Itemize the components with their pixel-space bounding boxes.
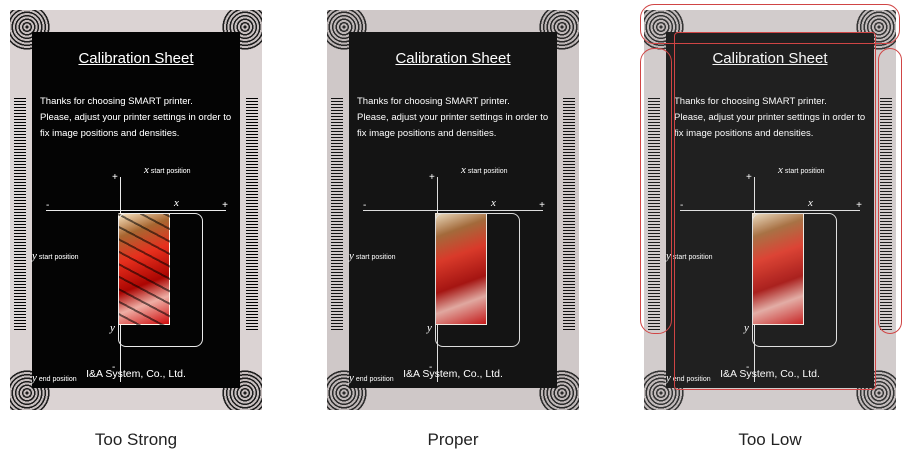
x-start-label: x start position	[144, 164, 191, 176]
highlight-card-area	[674, 32, 876, 390]
calibration-panel-too-strong: Calibration Sheet Thanks for choosing SM…	[10, 10, 262, 410]
y-start-label: y start position	[349, 250, 396, 262]
plus-sign: +	[222, 200, 228, 211]
highlight-left-faded	[640, 48, 672, 334]
x-prefix: x	[144, 164, 149, 176]
x-start-label: x start position	[461, 164, 508, 176]
y-prefix: y	[32, 250, 37, 262]
x-axis-line	[363, 210, 543, 211]
calibration-panel-too-low: Calibration Sheet Thanks for choosing SM…	[640, 4, 902, 410]
minus-sign: -	[363, 200, 367, 211]
caption-too-low: Too Low	[738, 430, 802, 449]
card-inner: Calibration Sheet Thanks for choosing SM…	[32, 32, 240, 388]
calibration-card: Calibration Sheet Thanks for choosing SM…	[10, 10, 262, 410]
description-line-2: Please, adjust your printer settings in …	[40, 112, 232, 139]
description-line-1: Thanks for choosing SMART printer.	[40, 96, 193, 107]
calibration-panel-proper: Calibration Sheet Thanks for choosing SM…	[327, 10, 579, 410]
company-name: I&A System, Co., Ltd.	[403, 368, 503, 380]
x-axis-label: x	[491, 197, 496, 209]
y-start-text: start position	[355, 254, 396, 261]
card-title: Calibration Sheet	[78, 50, 194, 67]
card-inner: Calibration Sheet Thanks for choosing SM…	[349, 32, 557, 388]
y-axis-label: y	[110, 322, 115, 334]
minus-sign: -	[46, 200, 50, 211]
plus-sign: +	[539, 200, 545, 211]
barcode-right	[246, 98, 258, 330]
calibration-card: Calibration Sheet Thanks for choosing SM…	[327, 10, 579, 410]
x-start-text: start position	[150, 168, 191, 175]
card-title: Calibration Sheet	[395, 50, 511, 67]
card-frame-outline	[435, 213, 520, 347]
description-line-2: Please, adjust your printer settings in …	[357, 112, 549, 139]
highlight-right-faded	[878, 48, 902, 334]
plus-sign: +	[429, 172, 435, 183]
barcode-right	[563, 98, 575, 330]
y-axis-label: y	[427, 322, 432, 334]
card-description: Thanks for choosing SMART printer. Pleas…	[40, 94, 234, 142]
x-prefix: x	[461, 164, 466, 176]
caption-too-strong: Too Strong	[94, 430, 178, 449]
y-prefix: y	[349, 250, 354, 262]
plus-sign: +	[112, 172, 118, 183]
x-axis-line	[46, 210, 226, 211]
y-start-label: y start position	[32, 250, 79, 262]
x-start-text: start position	[467, 168, 508, 175]
caption-proper: Proper	[427, 430, 479, 449]
x-axis-label: x	[174, 197, 179, 209]
card-frame-outline	[118, 213, 203, 347]
y-start-text: start position	[38, 254, 79, 261]
description-line-1: Thanks for choosing SMART printer.	[357, 96, 510, 107]
company-name: I&A System, Co., Ltd.	[86, 368, 186, 380]
barcode-left	[14, 98, 26, 330]
card-description: Thanks for choosing SMART printer. Pleas…	[357, 94, 551, 142]
barcode-left	[331, 98, 343, 330]
